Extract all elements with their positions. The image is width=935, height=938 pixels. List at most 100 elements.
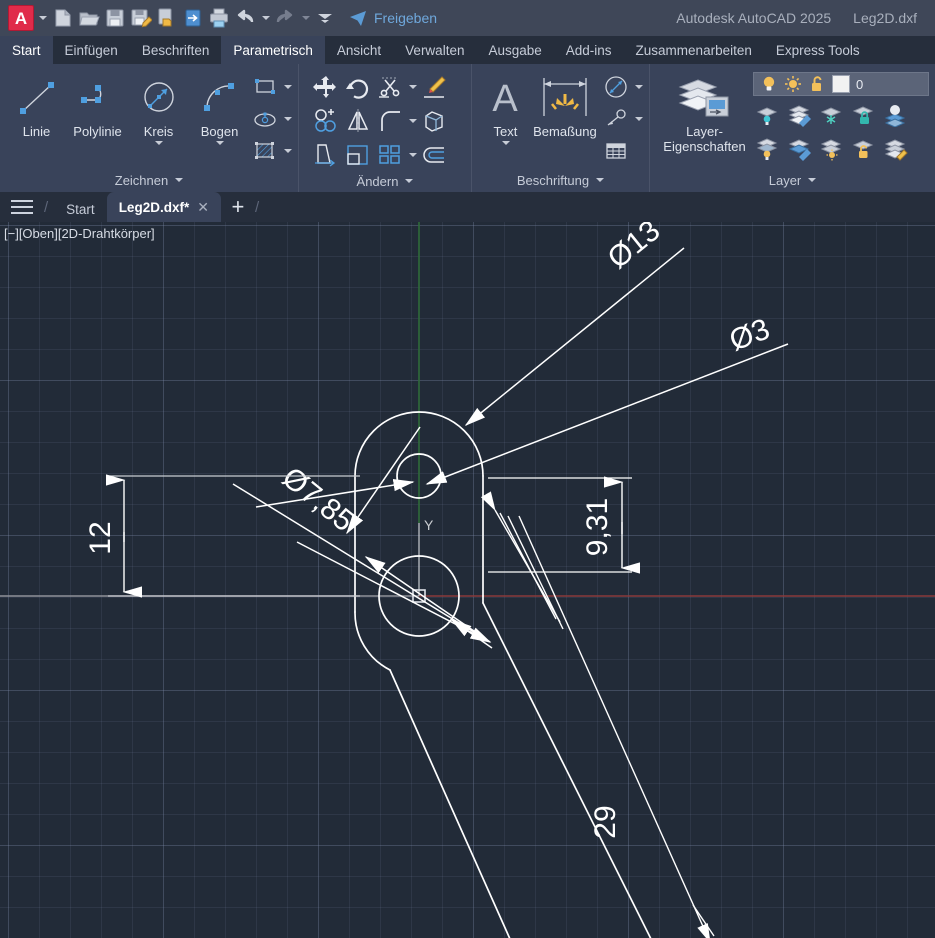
viewport-label[interactable]: [−][Oben][2D-Drahtkörper] <box>4 226 155 241</box>
modify-erase-button[interactable] <box>419 72 449 102</box>
drawing-canvas[interactable]: Y Ø13 Ø3 Ø7,85 12 9,31 29 [−][Oben][2D-D… <box>0 222 935 938</box>
layer-match-button[interactable] <box>785 134 815 164</box>
layer-isolate-button[interactable] <box>753 100 783 130</box>
draw-polyline-button[interactable]: Polylinie <box>67 70 128 139</box>
modify-trim-button[interactable] <box>375 72 405 102</box>
modify-array-button[interactable] <box>375 140 405 170</box>
save-button[interactable] <box>102 5 128 31</box>
save-as-button[interactable] <box>128 5 154 31</box>
new-file-button[interactable] <box>50 5 76 31</box>
layer-merge-button[interactable] <box>881 100 911 130</box>
modify-move-button[interactable] <box>311 72 341 102</box>
modify-scale-button[interactable] <box>343 140 373 170</box>
layer-make-current-button[interactable] <box>785 100 815 130</box>
layer-tools-row-2 <box>753 134 929 164</box>
tab-start[interactable]: Start <box>0 36 53 64</box>
app-name-label: Autodesk AutoCAD 2025 <box>676 10 832 26</box>
draw-hatch-dropdown-icon[interactable] <box>282 149 292 153</box>
redo-button[interactable] <box>272 5 298 31</box>
annotation-leader-dropdown-icon[interactable] <box>633 117 643 121</box>
leader-icon <box>607 109 626 126</box>
doctab-leg2d-label: Leg2D.dxf* <box>118 199 190 215</box>
tab-ausgabe[interactable]: Ausgabe <box>476 36 553 64</box>
draw-line-button[interactable]: Linie <box>6 70 67 139</box>
layer-lock-button[interactable] <box>849 100 879 130</box>
draw-circle-button[interactable]: Kreis <box>128 70 189 145</box>
panel-zeichnen: Linie Polylinie Kreis Bogen Zeichnen <box>0 64 299 192</box>
modify-fillet-button[interactable] <box>375 106 405 136</box>
undo-button[interactable] <box>232 5 258 31</box>
layer-off-button[interactable] <box>753 134 783 164</box>
annotation-leader-button[interactable] <box>601 104 631 134</box>
layer-freeze-button[interactable] <box>817 100 847 130</box>
panel-beschriftung-title[interactable]: Beschriftung <box>472 168 649 192</box>
annotation-text-dropdown-icon[interactable] <box>501 141 510 145</box>
draw-arc-button[interactable]: Bogen <box>189 70 250 145</box>
plot-button[interactable] <box>206 5 232 31</box>
layer-thaw-icon <box>820 139 842 161</box>
tab-verwalten[interactable]: Verwalten <box>393 36 476 64</box>
annotation-dimstyle-button[interactable] <box>601 72 631 102</box>
layer-state-bar[interactable]: 0 <box>753 72 929 96</box>
new-tab-button[interactable]: + <box>221 192 255 222</box>
draw-ellipse-button[interactable] <box>250 104 280 134</box>
draw-circle-dropdown-icon[interactable] <box>155 141 163 145</box>
dimension-931[interactable]: 9,31 <box>488 476 641 574</box>
tab-add-ins[interactable]: Add-ins <box>554 36 624 64</box>
modify-rotate-button[interactable] <box>343 72 373 102</box>
hamburger-menu-icon[interactable] <box>0 192 44 222</box>
draw-rectangle-dropdown-icon[interactable] <box>282 85 292 89</box>
modify-extrude-button[interactable] <box>419 106 449 136</box>
draw-hatch-button[interactable] <box>250 136 280 166</box>
layer-properties-button[interactable]: Layer- Eigenschaften <box>660 70 749 154</box>
annotation-dimension-button[interactable]: Bemaßung <box>529 70 601 139</box>
modify-stretch-button[interactable] <box>311 140 341 170</box>
modify-fillet-dropdown-icon[interactable] <box>407 119 417 123</box>
redo-dropdown-icon[interactable] <box>298 5 312 31</box>
modify-mirror-button[interactable] <box>343 106 373 136</box>
layer-sun-icon[interactable] <box>784 75 802 93</box>
export-button[interactable] <box>180 5 206 31</box>
panel-layer-title[interactable]: Layer <box>650 168 935 192</box>
doctab-start[interactable]: Start <box>54 196 107 222</box>
draw-ellipse-dropdown-icon[interactable] <box>282 117 292 121</box>
app-menu-button[interactable]: A <box>8 5 34 31</box>
modify-copy-button[interactable] <box>311 106 341 136</box>
customize-qat-button[interactable] <box>312 5 338 31</box>
draw-line-label: Linie <box>22 124 51 139</box>
dimension-d785-left-axis <box>232 483 491 643</box>
dimension-d785-left[interactable]: Ø7,85 <box>232 426 492 643</box>
dimension-29[interactable]: 29 <box>480 491 715 938</box>
layer-unlock-button[interactable] <box>849 134 879 164</box>
tab-ansicht[interactable]: Ansicht <box>325 36 393 64</box>
doctab-close-icon[interactable]: ✕ <box>197 199 209 216</box>
modify-offset-button[interactable] <box>419 140 449 170</box>
dimension-d13[interactable]: Ø13 <box>464 222 685 426</box>
undo-dropdown-icon[interactable] <box>258 5 272 31</box>
layer-color-swatch[interactable] <box>832 75 850 93</box>
tab-parametrisch[interactable]: Parametrisch <box>221 36 325 64</box>
annotation-table-button[interactable] <box>601 136 631 166</box>
modify-array-dropdown-icon[interactable] <box>407 153 417 157</box>
panel-zeichnen-title[interactable]: Zeichnen <box>0 168 298 192</box>
tab-zusammenarbeiten[interactable]: Zusammenarbeiten <box>624 36 764 64</box>
doctab-leg2d[interactable]: Leg2D.dxf* ✕ <box>106 192 221 222</box>
share-button[interactable]: Freigeben <box>348 8 437 28</box>
draw-arc-dropdown-icon[interactable] <box>216 141 224 145</box>
annotation-text-button[interactable]: A Text <box>482 70 529 145</box>
panel-aendern-title[interactable]: Ändern <box>299 170 471 192</box>
layer-on-icon[interactable] <box>760 75 778 93</box>
save-to-web-button[interactable] <box>154 5 180 31</box>
layer-unlock-icon[interactable] <box>808 75 826 93</box>
app-menu-dropdown-icon[interactable] <box>34 5 50 31</box>
tab-einfuegen[interactable]: Einfügen <box>53 36 130 64</box>
annotation-dimstyle-dropdown-icon[interactable] <box>633 85 643 89</box>
layer-thaw-button[interactable] <box>817 134 847 164</box>
tab-express-tools[interactable]: Express Tools <box>764 36 872 64</box>
annotation-small-buttons <box>601 70 643 166</box>
draw-rectangle-button[interactable] <box>250 72 280 102</box>
layer-change-button[interactable] <box>881 134 911 164</box>
modify-trim-dropdown-icon[interactable] <box>407 85 417 89</box>
tab-beschriften[interactable]: Beschriften <box>130 36 222 64</box>
open-file-button[interactable] <box>76 5 102 31</box>
